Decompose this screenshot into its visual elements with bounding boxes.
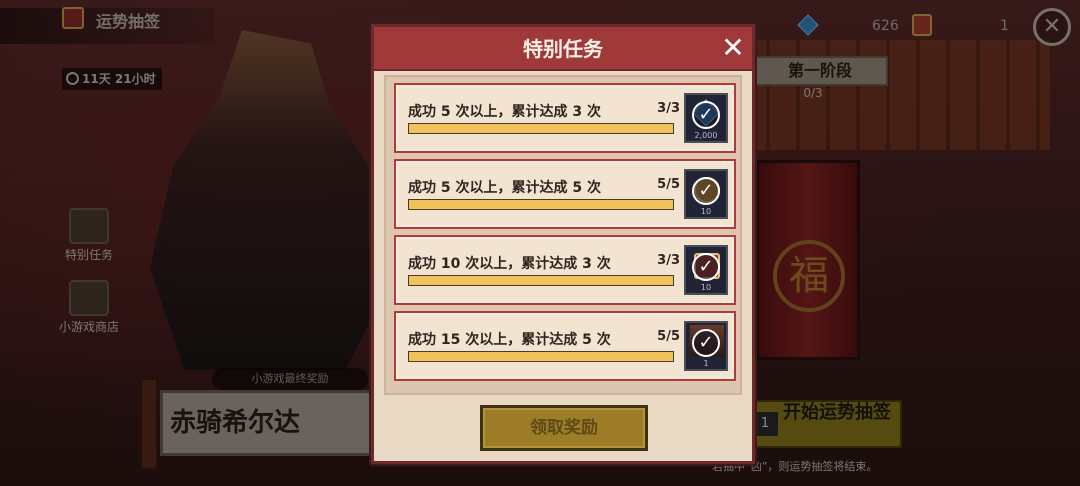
modal-title: 特别任务	[523, 37, 603, 61]
task-progress-fill	[409, 352, 673, 361]
task-reward[interactable]: ✓ 10	[684, 169, 728, 219]
task-progress-fill	[409, 276, 673, 285]
task-progress-fill	[409, 124, 673, 133]
task-description: 成功 10 次以上，累计达成 3 次	[408, 256, 611, 272]
special-tasks-modal: 特别任务 ✕ 成功 5 次以上，累计达成 3 次 3/3 ✓ 2,000 成功 …	[371, 24, 755, 464]
modal-header: 特别任务 ✕	[374, 27, 752, 71]
task-row: 成功 5 次以上，累计达成 5 次 5/5 ✓ 10	[394, 159, 736, 229]
check-icon: ✓	[692, 253, 720, 281]
task-row: 成功 10 次以上，累计达成 3 次 3/3 ✓ 10	[394, 235, 736, 305]
task-progress-bar	[408, 351, 674, 362]
task-reward[interactable]: ✓ 10	[684, 245, 728, 295]
close-icon[interactable]: ✕	[718, 33, 748, 63]
task-reward[interactable]: ✓ 1	[684, 321, 728, 371]
task-row: 成功 15 次以上，累计达成 5 次 5/5 ✓ 1	[394, 311, 736, 381]
check-icon: ✓	[692, 329, 720, 357]
task-progress-fill	[409, 200, 673, 209]
reward-quantity: 10	[700, 207, 712, 216]
task-list: 成功 5 次以上，累计达成 3 次 3/3 ✓ 2,000 成功 5 次以上，累…	[384, 75, 742, 395]
task-count: 5/5	[657, 177, 680, 192]
check-icon: ✓	[692, 101, 720, 129]
task-reward[interactable]: ✓ 2,000	[684, 93, 728, 143]
task-description: 成功 15 次以上，累计达成 5 次	[408, 332, 611, 348]
claim-reward-label: 领取奖励	[530, 418, 598, 438]
task-description: 成功 5 次以上，累计达成 5 次	[408, 180, 601, 196]
task-progress-bar	[408, 275, 674, 286]
check-icon: ✓	[692, 177, 720, 205]
reward-quantity: 10	[700, 283, 712, 292]
task-progress-bar	[408, 199, 674, 210]
reward-quantity: 1	[703, 359, 709, 368]
task-count: 3/3	[657, 101, 680, 116]
task-description: 成功 5 次以上，累计达成 3 次	[408, 104, 601, 120]
task-count: 3/3	[657, 253, 680, 268]
reward-quantity: 2,000	[694, 131, 718, 140]
task-progress-bar	[408, 123, 674, 134]
task-count: 5/5	[657, 329, 680, 344]
task-row: 成功 5 次以上，累计达成 3 次 3/3 ✓ 2,000	[394, 83, 736, 153]
claim-reward-button[interactable]: 领取奖励	[480, 405, 648, 451]
